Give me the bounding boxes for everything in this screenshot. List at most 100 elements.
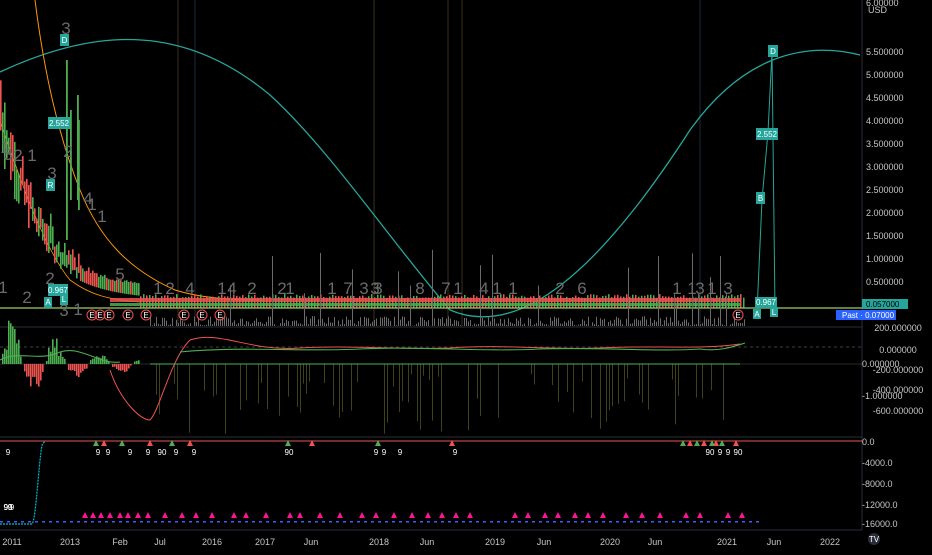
blue-dash-marker — [686, 521, 689, 523]
pink-triangle-marker — [90, 512, 96, 518]
osc-bar — [38, 364, 40, 387]
tag-2552-right: 2.552 — [757, 130, 778, 139]
osc-vbar — [297, 364, 298, 407]
volume-bar — [640, 321, 641, 326]
volume-bar — [404, 317, 405, 326]
pink-markers — [0, 512, 759, 523]
blue-dash-marker — [462, 521, 465, 523]
volume-bar — [486, 325, 487, 326]
volume-bar — [372, 322, 373, 326]
blue-dash-marker — [427, 521, 430, 523]
volume-bar — [520, 318, 521, 326]
osc-vbar — [258, 364, 259, 403]
volume-bar — [362, 325, 363, 326]
blue-dash-marker — [217, 521, 220, 523]
candle — [98, 277, 100, 288]
pink-triangle-marker — [243, 512, 249, 518]
candle — [78, 254, 80, 273]
volume-bar — [236, 324, 237, 326]
pink-triangle-marker — [585, 512, 591, 518]
volume-bar — [312, 316, 313, 326]
volume-bar — [612, 324, 613, 326]
candle — [34, 208, 36, 223]
osc-vbar — [438, 364, 439, 377]
volume-bar — [688, 323, 689, 326]
pink-triangle-marker — [391, 512, 397, 518]
volume-bar — [184, 322, 185, 326]
osc-bar — [32, 364, 34, 377]
osc-bar — [82, 364, 84, 371]
osc-bar — [134, 361, 136, 364]
volume-bar — [196, 322, 197, 326]
osc-axis-right-label: 200.000000 — [874, 323, 922, 333]
volume-bar — [162, 318, 163, 326]
volume-bar — [608, 322, 609, 326]
blue-dash-marker — [252, 521, 255, 523]
volume-bar — [684, 320, 685, 326]
candle — [112, 280, 114, 292]
wave-count-number: 1 — [0, 278, 8, 297]
volume-bar — [564, 321, 565, 326]
blue-dash-marker — [567, 521, 570, 523]
blue-dash-marker — [588, 521, 591, 523]
volume-bar — [594, 324, 595, 326]
pink-triangle-marker — [107, 512, 113, 518]
volume-bar — [660, 318, 661, 326]
volume-bar — [314, 316, 315, 326]
chart-canvas[interactable]: 3121321221141531241422117338714112611313… — [0, 0, 932, 550]
volume-bar — [206, 325, 207, 326]
wave-count-number: 2 — [247, 279, 256, 298]
blue-dash-marker — [651, 521, 654, 523]
e-marker-label: E — [199, 311, 204, 320]
pink-triangle-marker — [145, 512, 151, 518]
volume-bar — [568, 320, 569, 326]
volume-bar — [154, 323, 155, 326]
blue-dash-marker — [385, 521, 388, 523]
chart-stage[interactable]: 3121321221141531241422117338714112611313… — [0, 0, 932, 550]
blue-dash-marker — [238, 521, 241, 523]
volume-bar — [666, 317, 667, 326]
osc-vbar — [429, 364, 430, 380]
volume-bar — [672, 322, 673, 326]
blue-dash-marker — [483, 521, 486, 523]
osc-vbar — [612, 364, 613, 406]
wave-count-number: 2 — [13, 146, 22, 165]
osc-vbar — [618, 364, 619, 404]
pink-triangle-marker — [657, 512, 663, 518]
volume-bar — [680, 324, 681, 326]
volume-bar — [466, 318, 467, 326]
volume-bar — [204, 325, 205, 326]
osc-bar — [74, 364, 76, 371]
volume-bar — [738, 323, 739, 326]
candle — [138, 283, 140, 295]
volume-bar — [374, 320, 375, 326]
time-axis-label: Jul — [154, 537, 166, 547]
volume-bar — [454, 320, 455, 326]
signal-glyph: 90 — [706, 448, 715, 457]
price-axis-label: 4.500000 — [866, 93, 904, 103]
e-marker-label: E — [735, 311, 740, 320]
volume-bar — [254, 321, 255, 326]
osc-vbar — [627, 364, 628, 379]
wave-count-number: 1 — [285, 279, 294, 298]
osc-bar — [124, 364, 126, 372]
osc-vbar — [600, 364, 601, 429]
candle — [54, 246, 56, 263]
signal-glyph: 9 — [453, 448, 458, 457]
blue-dash-marker — [28, 521, 31, 523]
wave-count-number: 2 — [63, 142, 72, 161]
blue-dash-marker — [203, 521, 206, 523]
pink-triangle-marker — [623, 512, 629, 518]
volume-bar — [512, 323, 513, 326]
candle — [104, 275, 106, 290]
volume-bar — [272, 256, 273, 326]
candle — [72, 249, 74, 270]
candle — [0, 80, 2, 130]
volume-bar — [294, 321, 295, 326]
volume-bar — [442, 317, 443, 326]
candle — [44, 223, 46, 244]
volume-bar — [516, 318, 517, 326]
volume-bar — [164, 318, 165, 326]
osc-bar — [58, 356, 60, 364]
candle — [338, 296, 340, 308]
